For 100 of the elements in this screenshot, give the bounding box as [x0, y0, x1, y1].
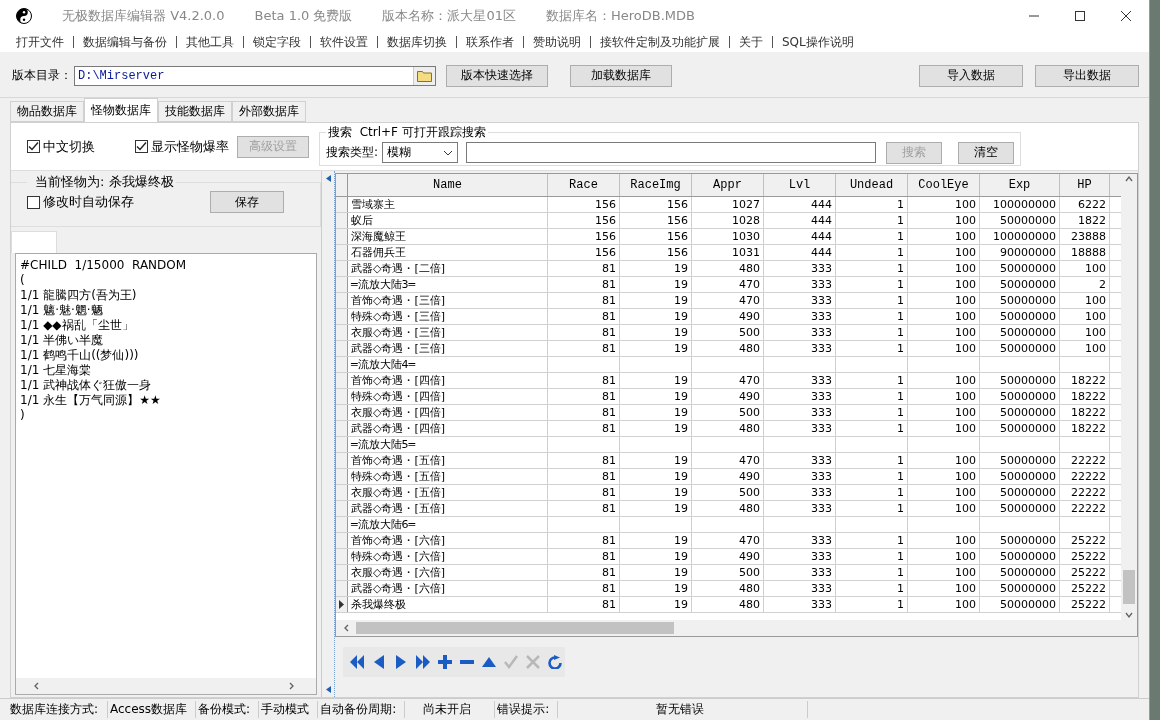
editor-line: 1/1 魑·魅·魍·魉 [20, 303, 104, 318]
table-cell: 333 [764, 373, 836, 388]
column-header[interactable]: RaceImg [620, 174, 692, 196]
toolbar-button[interactable]: 导出数据 [1035, 64, 1139, 87]
table-cell: 1 [836, 325, 908, 340]
table-cell: 333 [764, 581, 836, 596]
menu-item[interactable]: 接软件定制及功能扩展 [590, 36, 729, 48]
toolbar-button[interactable]: 加载数据库 [570, 64, 672, 87]
maximize-icon[interactable] [1075, 11, 1085, 21]
column-header[interactable]: Name [348, 174, 548, 196]
table-cell: 1 [836, 309, 908, 324]
column-header[interactable]: Lvl [764, 174, 836, 196]
table-cell: 50000000 [980, 325, 1060, 340]
table-cell: 100 [908, 293, 980, 308]
table-cell: 50000000 [980, 277, 1060, 292]
menu-item[interactable]: SQL操作说明 [772, 36, 863, 48]
table-cell: 首饰◇奇遇・[六倍] [348, 533, 548, 548]
editor-line: 1/1 龍騰四方(吾为王) [20, 288, 138, 303]
menu-item[interactable]: 其他工具 [176, 36, 243, 48]
menu-item[interactable]: 关于 [729, 36, 772, 48]
tab[interactable]: 物品数据库 [10, 101, 84, 122]
navigator-button[interactable] [545, 652, 565, 672]
table-cell: 22222 [1060, 469, 1110, 484]
search-field[interactable] [466, 142, 877, 163]
table-cell: 81 [548, 389, 620, 404]
tab[interactable]: 外部数据库 [232, 101, 306, 122]
table-cell: 100 [908, 213, 980, 228]
table-cell: 19 [620, 485, 692, 500]
close-icon[interactable] [1121, 11, 1131, 21]
table-cell: 100 [908, 389, 980, 404]
check-icon [28, 141, 39, 152]
table-cell: 1 [836, 197, 908, 212]
table-cell: 156 [620, 213, 692, 228]
menu-item[interactable]: 联系作者 [456, 36, 523, 48]
path-field[interactable]: D:\Mirserver [74, 65, 436, 86]
menu-item[interactable]: 赞助说明 [523, 36, 590, 48]
menu-item[interactable]: 锁定字段 [243, 36, 310, 48]
menu-item[interactable]: 数据编辑与备份 [73, 36, 176, 48]
folder-icon[interactable] [413, 66, 435, 85]
tab[interactable]: 技能数据库 [158, 101, 232, 122]
table-cell: 19 [620, 405, 692, 420]
close-icon [526, 655, 541, 669]
table-cell: 490 [692, 469, 764, 484]
column-header[interactable]: Undead [836, 174, 908, 196]
status-text: 尚未开启 [405, 701, 496, 718]
checkbox[interactable] [135, 140, 148, 153]
window-title: 数据库名：HeroDB.MDB [546, 7, 695, 25]
save-button[interactable]: 保存 [210, 191, 284, 213]
table-cell: 雪域寨主 [348, 197, 548, 212]
table-cell: 444 [764, 245, 836, 260]
table-cell: 100 [1060, 309, 1110, 324]
column-header[interactable]: Appr [692, 174, 764, 196]
scrollbar-thumb[interactable] [356, 622, 674, 634]
navigator-button[interactable] [413, 652, 433, 672]
table-cell: 470 [692, 277, 764, 292]
table-cell: 19 [620, 421, 692, 436]
table-cell: 100 [908, 325, 980, 340]
table-cell: 156 [548, 229, 620, 244]
column-header[interactable]: CoolEye [908, 174, 980, 196]
editor-line: 1/1 鹤鸣千山((梦仙))) [20, 348, 140, 363]
table-cell: 100 [908, 469, 980, 484]
table-cell: 18222 [1060, 389, 1110, 404]
table-cell: 100 [908, 277, 980, 292]
table-cell: 156 [548, 197, 620, 212]
table-cell: 480 [692, 501, 764, 516]
clear-button[interactable]: 清空 [958, 141, 1015, 164]
table-cell: 1 [836, 373, 908, 388]
tab[interactable]: 怪物数据库 [84, 98, 158, 122]
table-cell: 100 [908, 485, 980, 500]
menu-item[interactable]: 数据库切换 [377, 36, 456, 48]
editor-line: 1/1 ◆◆祸乱「尘世」 [20, 318, 135, 333]
navigator-button[interactable] [435, 652, 455, 672]
scrollbar-thumb[interactable] [1123, 570, 1135, 604]
row-indicator[interactable] [336, 597, 348, 612]
last-icon [415, 655, 430, 669]
table-cell: 100 [1060, 261, 1110, 276]
table-cell: ═流放大陆3═ [348, 277, 548, 292]
pointer-icon [339, 600, 344, 609]
table-cell: 25222 [1060, 597, 1110, 612]
table-cell: 100 [908, 245, 980, 260]
table-cell: 1 [836, 213, 908, 228]
toolbar-button[interactable]: 版本快速选择 [446, 64, 548, 87]
table-cell: 156 [548, 245, 620, 260]
column-header[interactable]: Race [548, 174, 620, 196]
table-cell: 81 [548, 453, 620, 468]
table-cell: 1 [836, 389, 908, 404]
table-cell: 81 [548, 597, 620, 612]
status-text: 自动备份周期: [318, 701, 406, 718]
checkbox[interactable] [27, 140, 40, 153]
text-editor[interactable]: #CHILD 1/15000 RANDOM ( 1/1 龍騰四方(吾为王) 1/1 魑·魅·魍·魉 1/1 ◆◆祸乱「尘世」 1/1 半佛い半魔 1/1 鹤鸣千山((梦仙))) 1/1 七星海棠 1/1 武神战体ぐ狂傲一身 1/1 永生【万气同源】★★ ) [15, 253, 317, 695]
checkbox[interactable] [27, 195, 40, 209]
table-cell: 25222 [1060, 549, 1110, 564]
toolbar-button[interactable]: 导入数据 [919, 64, 1023, 87]
search-type-dropdown[interactable]: 模糊 [382, 142, 459, 163]
column-header[interactable]: HP [1060, 174, 1110, 196]
menu-item[interactable]: 打开文件 [7, 36, 73, 48]
menu-item[interactable]: 软件设置 [310, 36, 377, 48]
table-cell: 19 [620, 565, 692, 580]
column-header[interactable]: Exp [980, 174, 1060, 196]
tab[interactable] [11, 231, 57, 253]
